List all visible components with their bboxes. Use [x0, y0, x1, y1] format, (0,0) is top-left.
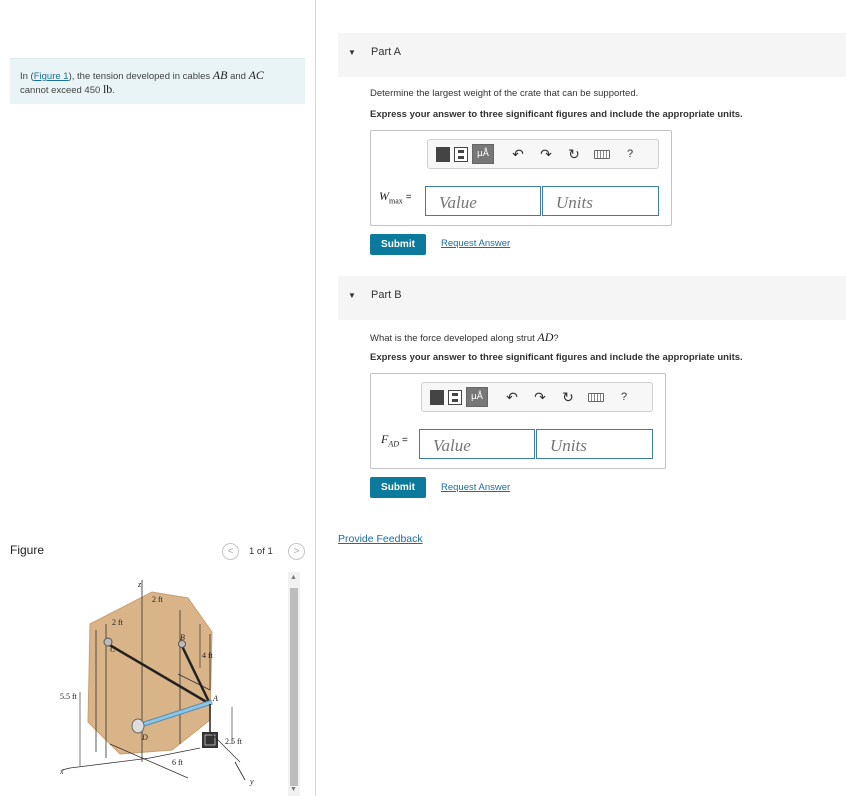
scroll-down-icon[interactable]: ▼ [290, 786, 297, 793]
part-b-value-input[interactable] [419, 429, 535, 459]
left-panel: In (Figure 1), the tension developed in … [0, 0, 316, 796]
y-axis [234, 761, 246, 781]
caret-down-icon[interactable]: ▼ [348, 48, 356, 57]
reset-icon[interactable]: ↻ [566, 144, 582, 164]
figure-drawing: z x y 2 ft 2 ft 4 ft 5.5 ft 2.5 ft 6 ft … [59, 580, 254, 786]
scroll-up-icon[interactable]: ▲ [290, 574, 297, 581]
figure-image: z x y 2 ft 2 ft 4 ft 5.5 ft 2.5 ft 6 ft … [59, 572, 286, 796]
label-y: y [249, 777, 254, 786]
part-a-label: Part A [371, 46, 401, 58]
problem-statement: In (Figure 1), the tension developed in … [10, 58, 305, 104]
problem-prefix: In ( [20, 71, 34, 82]
part-b-variable: FAD = [381, 432, 408, 448]
redo-icon[interactable]: ↷ [532, 387, 548, 407]
part-b-question: What is the force developed along strut … [370, 330, 559, 345]
label-d: D [141, 733, 148, 742]
label-6ft: 6 ft [172, 758, 184, 767]
part-a-var-sub: max [389, 196, 403, 206]
templates-icon[interactable] [430, 387, 462, 407]
part-b-header[interactable]: ▼ Part B [338, 276, 846, 320]
problem-line2: cannot exceed 450 [20, 85, 103, 96]
part-a-submit-button[interactable]: Submit [370, 234, 426, 255]
part-b-label: Part B [371, 289, 402, 301]
wall-shape [87, 591, 213, 755]
scroll-thumb[interactable] [290, 588, 298, 786]
figure-pager: < 1 of 1 > [222, 543, 306, 561]
cable-ac: AC [248, 68, 264, 82]
part-a-toolbar: μÅ ↶ ↷ ↻ ? [427, 139, 659, 169]
part-a-header[interactable]: ▼ Part A [338, 33, 846, 77]
label-4ft: 4 ft [202, 651, 214, 660]
problem-end: . [112, 85, 115, 96]
part-a-value-input[interactable] [425, 186, 541, 216]
label-2ft-left: 2 ft [112, 618, 124, 627]
cable-ab: AB [212, 68, 228, 82]
part-a-request-answer-link[interactable]: Request Answer [441, 238, 510, 249]
label-z: z [137, 580, 142, 589]
label-5-5ft: 5.5 ft [60, 692, 78, 701]
redo-icon[interactable]: ↷ [538, 144, 554, 164]
part-b-request-answer-link[interactable]: Request Answer [441, 482, 510, 493]
part-a-answer-box: μÅ ↶ ↷ ↻ ? Wmax = [370, 130, 672, 226]
figure-page-count: 1 of 1 [249, 546, 273, 557]
figure-title: Figure [10, 543, 45, 557]
part-b-question-var: AD [537, 330, 554, 344]
part-b-answer-box: μÅ ↶ ↷ ↻ ? FAD = [370, 373, 666, 469]
part-a-instruction: Express your answer to three significant… [370, 109, 743, 120]
chevron-left-icon[interactable]: < [222, 543, 239, 560]
label-a: A [212, 694, 218, 703]
part-b-submit-button[interactable]: Submit [370, 477, 426, 498]
reset-icon[interactable]: ↻ [560, 387, 576, 407]
keyboard-icon[interactable] [588, 387, 608, 407]
label-x: x [60, 767, 64, 776]
provide-feedback-link[interactable]: Provide Feedback [338, 533, 423, 545]
part-b-question-end: ? [553, 333, 559, 344]
undo-icon[interactable]: ↶ [510, 144, 526, 164]
label-2ft-top: 2 ft [152, 595, 164, 604]
part-a-units-input[interactable] [542, 186, 659, 216]
problem-and: and [227, 71, 249, 82]
crate [202, 732, 218, 748]
part-b-equals: = [402, 435, 408, 446]
undo-icon[interactable]: ↶ [504, 387, 520, 407]
part-a-question-text: Determine the largest weight of the crat… [370, 88, 639, 99]
templates-icon[interactable] [436, 144, 468, 164]
figure-scrollbar[interactable]: ▲ ▼ [288, 572, 300, 796]
caret-down-icon[interactable]: ▼ [348, 291, 356, 300]
help-icon[interactable]: ? [624, 144, 636, 164]
part-a-equals: = [405, 192, 412, 203]
figure-link[interactable]: Figure 1 [34, 71, 69, 82]
problem-middle: ), the tension developed in cables [68, 71, 213, 82]
part-b-var-sub: AD [388, 439, 400, 449]
label-2-5ft: 2.5 ft [225, 737, 243, 746]
label-c: C [110, 645, 116, 654]
part-b-toolbar: μÅ ↶ ↷ ↻ ? [421, 382, 653, 412]
anchor-d [131, 718, 145, 734]
part-a-var-name: W [379, 189, 389, 203]
part-b-units-input[interactable] [536, 429, 653, 459]
units-symbol-button[interactable]: μÅ [472, 144, 494, 164]
keyboard-icon[interactable] [594, 144, 614, 164]
help-icon[interactable]: ? [618, 387, 630, 407]
part-a-question: Determine the largest weight of the crat… [370, 88, 638, 99]
label-b: B [180, 633, 185, 642]
chevron-right-icon[interactable]: > [288, 543, 305, 560]
units-symbol-button[interactable]: μÅ [466, 387, 488, 407]
part-b-question-text: What is the force developed along strut [370, 333, 538, 344]
problem-unit: lb [102, 82, 113, 96]
part-a-variable: Wmax = [379, 189, 412, 205]
part-b-instruction: Express your answer to three significant… [370, 352, 743, 363]
